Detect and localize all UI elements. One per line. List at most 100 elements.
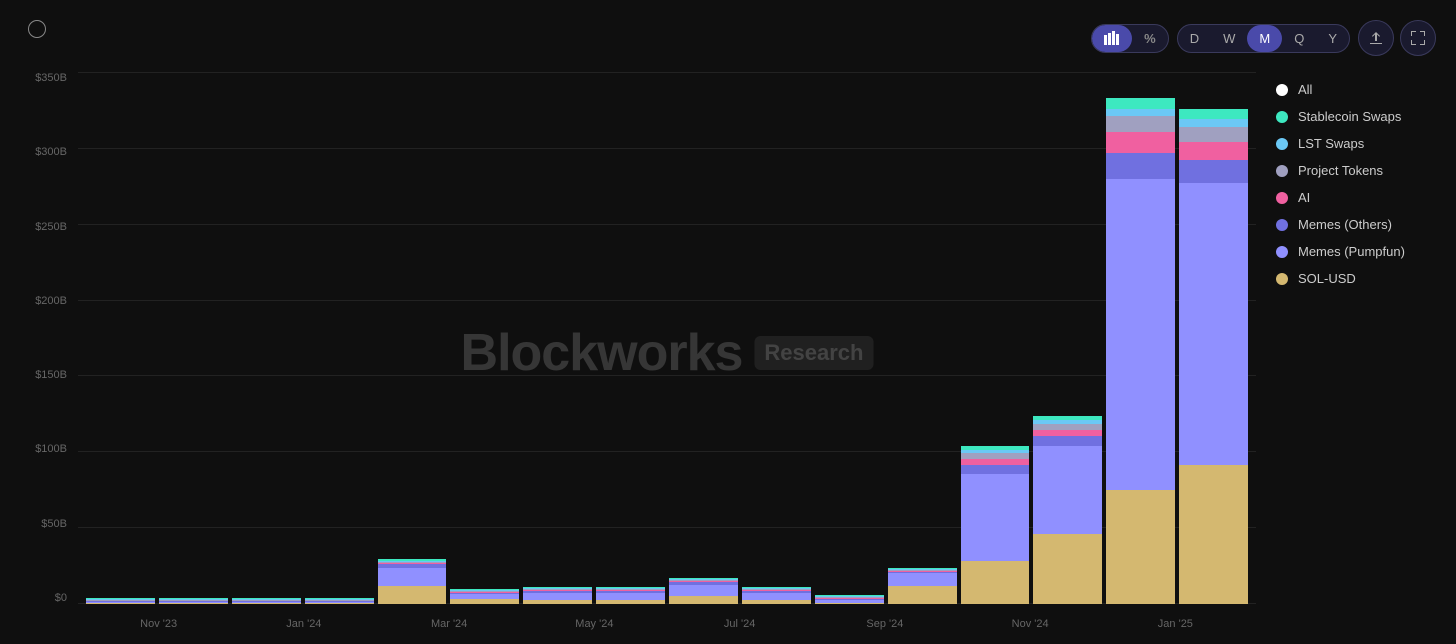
y-label-250: $250B [20, 221, 75, 233]
legend-item-lst[interactable]: LST Swaps [1276, 136, 1436, 151]
bar-group [742, 72, 811, 604]
action-buttons [1358, 20, 1436, 56]
bar-stack [888, 469, 957, 604]
bar-stack [961, 314, 1030, 604]
y-label-150: $150B [20, 369, 75, 381]
bar-segment-memes_pumpfun [961, 474, 1030, 561]
legend-label-lst: LST Swaps [1298, 136, 1364, 151]
bar-segment-memes_pumpfun [378, 568, 447, 586]
period-D-button[interactable]: D [1178, 25, 1211, 52]
bar-stack [1106, 85, 1175, 604]
bar-segment-sol_usd [1106, 490, 1175, 604]
bar-group [669, 72, 738, 604]
title-row [20, 20, 46, 38]
legend-item-project[interactable]: Project Tokens [1276, 163, 1436, 178]
legend-label-ai: AI [1298, 190, 1310, 205]
bar-segment-memes_pumpfun [742, 593, 811, 600]
legend: All Stablecoin Swaps LST Swaps Project Toke… [1256, 72, 1436, 634]
bar-group [523, 72, 592, 604]
bar-stack [523, 516, 592, 604]
bar-group [378, 72, 447, 604]
bar-group [232, 72, 301, 604]
bar-segment-sol_usd [1179, 465, 1248, 604]
bar-group [1033, 72, 1102, 604]
bar-group [305, 72, 374, 604]
bar-group [1106, 72, 1175, 604]
bar-stack [669, 490, 738, 604]
bar-segment-memes_pumpfun [1179, 183, 1248, 465]
legend-dot-ai [1276, 192, 1288, 204]
bar-segment-sol_usd [1033, 534, 1102, 604]
bar-group [961, 72, 1030, 604]
legend-dot-memes_pumpfun [1276, 246, 1288, 258]
chart-plot: Blockworks Research Nov '23Jan '24Mar '2… [78, 72, 1256, 634]
bar-group [159, 72, 228, 604]
bar-segment-lst [1106, 109, 1175, 117]
legend-dot-sol_usd [1276, 273, 1288, 285]
bar-segment-project [1179, 127, 1248, 142]
bar-stack [159, 579, 228, 604]
legend-label-stablecoin: Stablecoin Swaps [1298, 109, 1401, 124]
legend-item-all[interactable]: All [1276, 82, 1436, 97]
share-button[interactable] [1358, 20, 1394, 56]
chart-type-toggle: % [1091, 24, 1169, 53]
bar-stack [305, 572, 374, 604]
bar-stack [596, 516, 665, 604]
legend-label-sol_usd: SOL-USD [1298, 271, 1356, 286]
bar-segment-stablecoin [1106, 98, 1175, 108]
y-label-100: $100B [20, 443, 75, 455]
title-section [20, 20, 46, 42]
bar-group [596, 72, 665, 604]
controls: % D W M Q Y [1091, 20, 1436, 56]
y-label-350: $350B [20, 72, 75, 84]
legend-label-all: All [1298, 82, 1312, 97]
y-label-200: $200B [20, 295, 75, 307]
bar-segment-sol_usd [378, 586, 447, 604]
bar-segment-sol_usd [669, 596, 738, 604]
legend-label-memes_pumpfun: Memes (Pumpfun) [1298, 244, 1405, 259]
x-label: Sep '24 [812, 618, 957, 634]
legend-item-stablecoin[interactable]: Stablecoin Swaps [1276, 109, 1436, 124]
bar-segment-memes_others [961, 465, 1030, 474]
bar-segment-memes_others [1033, 436, 1102, 445]
period-toggle: D W M Q Y [1177, 24, 1350, 53]
y-label-50: $50B [20, 518, 75, 530]
legend-item-sol_usd[interactable]: SOL-USD [1276, 271, 1436, 286]
legend-item-memes_pumpfun[interactable]: Memes (Pumpfun) [1276, 244, 1436, 259]
expand-button[interactable] [1400, 20, 1436, 56]
x-label: Nov '23 [86, 618, 231, 634]
bar-stack [1033, 287, 1102, 604]
y-label-0: $0 [20, 592, 75, 604]
info-icon[interactable] [28, 20, 46, 38]
bar-stack [815, 553, 884, 604]
bar-segment-lst [1179, 119, 1248, 127]
y-label-300: $300B [20, 146, 75, 158]
bars-container [78, 72, 1256, 604]
x-label: Jan '24 [231, 618, 376, 634]
header: % D W M Q Y [20, 20, 1436, 56]
bar-group [1179, 72, 1248, 604]
percent-chart-button[interactable]: % [1132, 25, 1168, 52]
period-W-button[interactable]: W [1211, 25, 1247, 52]
bar-stack [1179, 91, 1248, 604]
period-M-button[interactable]: M [1247, 25, 1282, 52]
legend-dot-memes_others [1276, 219, 1288, 231]
x-label: Jul '24 [667, 618, 812, 634]
period-Q-button[interactable]: Q [1282, 25, 1316, 52]
x-label: May '24 [522, 618, 667, 634]
legend-item-ai[interactable]: AI [1276, 190, 1436, 205]
bar-group [86, 72, 155, 604]
bar-segment-memes_others [1179, 160, 1248, 183]
bar-stack [378, 452, 447, 604]
bar-chart-button[interactable] [1092, 25, 1132, 52]
bar-segment-sol_usd [961, 561, 1030, 604]
bar-segment-sol_usd [888, 586, 957, 604]
period-Y-button[interactable]: Y [1316, 25, 1349, 52]
main-container: % D W M Q Y [0, 0, 1456, 644]
x-axis-labels: Nov '23Jan '24Mar '24May '24Jul '24Sep '… [78, 604, 1256, 634]
bar-stack [450, 521, 519, 604]
legend-dot-lst [1276, 138, 1288, 150]
x-label: Mar '24 [377, 618, 522, 634]
x-label: Jan '25 [1103, 618, 1248, 634]
legend-item-memes_others[interactable]: Memes (Others) [1276, 217, 1436, 232]
